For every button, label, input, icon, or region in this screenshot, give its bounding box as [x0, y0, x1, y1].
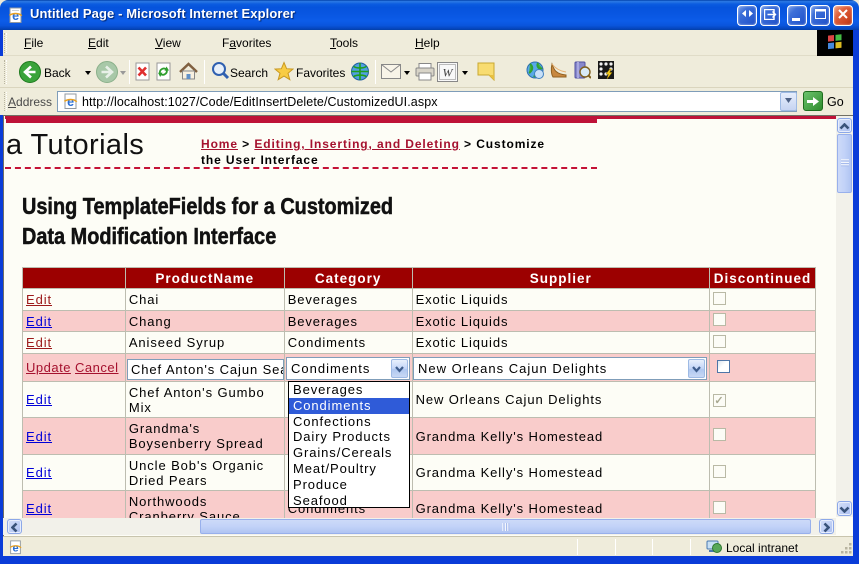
svg-text:e: e: [12, 9, 19, 23]
svg-text:e: e: [67, 95, 74, 109]
svg-text:e: e: [13, 543, 19, 555]
svg-text:W: W: [443, 66, 454, 80]
